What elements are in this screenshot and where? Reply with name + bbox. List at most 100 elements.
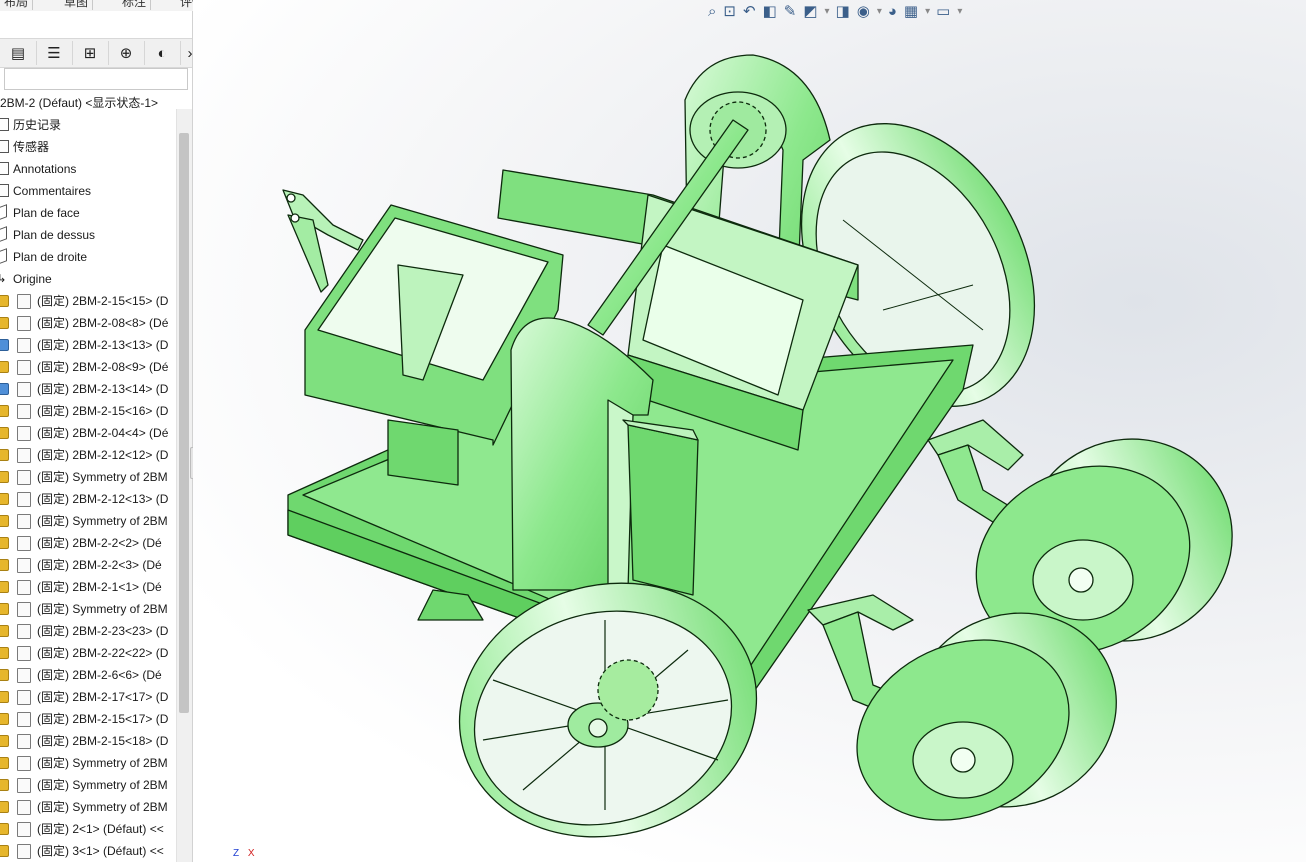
tree-item-label: Annotations [13,162,77,176]
tree-system-item[interactable]: ↳ Origine [0,268,176,290]
tree-component-item[interactable]: (固定) Symmetry of 2BM [0,796,176,818]
tree-component-item[interactable]: (固定) 2BM-2-13<14> (D [0,378,176,400]
tree-component-item[interactable]: (固定) 2BM-2-08<9> (Dé [0,356,176,378]
tree-system-item[interactable]: 传感器 [0,136,176,158]
tree-component-item[interactable]: (固定) 2BM-2-2<3> (Dé [0,554,176,576]
tree-component-label: (固定) Symmetry of 2BM [37,514,168,528]
tree-component-item[interactable]: (固定) 2BM-2-23<23> (D [0,620,176,642]
tree-item-label: Plan de dessus [13,228,96,242]
tree-component-label: (固定) Symmetry of 2BM [37,800,168,814]
tree-component-item[interactable]: (固定) 2BM-2-15<17> (D [0,708,176,730]
tree-system-item[interactable]: Annotations [0,158,176,180]
chevron-right-icon[interactable]: › [180,41,193,65]
tree-system-item[interactable]: Plan de droite [0,246,176,268]
origin-icon: ↳ [0,268,6,290]
part-icon [17,426,31,441]
component-status-icon [0,449,9,461]
tree-component-item[interactable]: (固定) 2BM-2-12<12> (D [0,444,176,466]
tree-component-item[interactable]: (固定) 2BM-2-22<22> (D [0,642,176,664]
display-manager-icon[interactable]: ◐ [144,41,181,65]
folder-icon [0,140,9,153]
part-icon [17,316,31,331]
part-icon [17,734,31,749]
tree-item-label: Plan de droite [13,250,88,264]
tree-component-item[interactable]: (固定) 2BM-2-1<1> (Dé [0,576,176,598]
dimxpert-icon[interactable]: ⊕ [108,41,145,65]
graphics-viewport[interactable]: ⌕ ⊡ ↶ ◧ ✎ ◩ ▾ ◨ ◉ ▾ ◕ ▦ ▾ ▭ ▾ Z X [193,0,1306,862]
component-status-icon [0,735,9,747]
component-status-icon [0,625,9,637]
component-status-icon [0,581,9,593]
part-icon [17,492,31,507]
component-status-icon [0,361,9,373]
tree-component-item[interactable]: (固定) 2BM-2-2<2> (Dé [0,532,176,554]
tree-component-label: (固定) 2BM-2-12<13> (D [37,492,169,506]
part-icon [17,712,31,727]
panel-tab-bar: ▤ ☰ ⊞ ⊕ ◐ › [0,38,192,68]
tree-item-label: 历史记录 [13,118,62,132]
tree-component-label: (固定) 2BM-2-2<2> (Dé [37,536,162,550]
property-manager-icon[interactable]: ☰ [36,41,73,65]
tree-scrollbar[interactable] [176,109,192,862]
folder-icon [0,184,9,197]
tree-system-item[interactable]: 历史记录 [0,114,176,136]
part-icon [17,448,31,463]
tree-component-item[interactable]: (固定) 2<1> (Défaut) << [0,818,176,840]
tree-component-item[interactable]: (固定) Symmetry of 2BM [0,598,176,620]
part-icon [17,536,31,551]
tree-component-item[interactable]: (固定) 2BM-2-17<17> (D [0,686,176,708]
part-icon [17,382,31,397]
plane-icon [0,226,7,243]
configuration-manager-icon[interactable]: ⊞ [72,41,109,65]
tree-component-label: (固定) 2BM-2-04<4> (Dé [37,426,169,440]
tree-component-item[interactable]: (固定) 2BM-2-6<6> (Dé [0,664,176,686]
tree-component-item[interactable]: (固定) 2BM-2-15<18> (D [0,730,176,752]
component-status-icon [0,757,9,769]
tree-component-item[interactable]: (固定) Symmetry of 2BM [0,466,176,488]
tree-component-label: (固定) 2BM-2-08<9> (Dé [37,360,169,374]
component-status-icon [0,493,9,505]
tree-root-label: 2BM-2 (Défaut) <显示状态-1> [0,96,159,110]
tree-component-label: (固定) 3<1> (Défaut) << [37,844,164,858]
tree-component-item[interactable]: (固定) 2BM-2-12<13> (D [0,488,176,510]
tree-component-item[interactable]: (固定) 2BM-2-13<13> (D [0,334,176,356]
plane-icon [0,248,7,265]
tree-system-item[interactable]: Plan de dessus [0,224,176,246]
tree-component-label: (固定) Symmetry of 2BM [37,756,168,770]
tree-system-item[interactable]: Plan de face [0,202,176,224]
component-status-icon [0,427,9,439]
tree-component-item[interactable]: (固定) 2BM-2-04<4> (Dé [0,422,176,444]
part-icon [17,514,31,529]
tree-item-label: Plan de face [13,206,80,220]
part-icon [17,338,31,353]
component-status-icon [0,537,9,549]
part-icon [17,690,31,705]
tree-filter-input[interactable] [4,68,188,90]
tree-item-label: Origine [13,272,52,286]
tree-component-item[interactable]: (固定) Symmetry of 2BM [0,774,176,796]
tree-component-label: (固定) 2BM-2-22<22> (D [37,646,169,660]
ribbon-tab-0[interactable]: 布局 [0,0,34,10]
scrollbar-thumb[interactable] [179,133,189,713]
folder-icon [0,118,9,131]
part-icon [17,360,31,375]
part-icon [17,470,31,485]
feature-manager-icon[interactable]: ▤ [0,41,37,65]
tree-system-item[interactable]: Commentaires [0,180,176,202]
tree-component-label: (固定) 2BM-2-13<14> (D [37,382,169,396]
tree-component-item[interactable]: (固定) 2BM-2-15<16> (D [0,400,176,422]
tree-component-item[interactable]: (固定) Symmetry of 2BM [0,752,176,774]
tree-component-item[interactable]: (固定) 3<1> (Défaut) << [0,840,176,862]
ribbon-tab-2[interactable]: 标注 [118,0,152,10]
tree-root-assembly[interactable]: 2BM-2 (Défaut) <显示状态-1> [0,92,176,114]
tree-component-label: (固定) 2BM-2-15<15> (D [37,294,169,308]
component-status-icon [0,295,9,307]
ribbon-tab-1[interactable]: 草图 [60,0,94,10]
seeder-assembly-model[interactable] [193,0,1306,862]
tree-component-item[interactable]: (固定) Symmetry of 2BM [0,510,176,532]
tree-component-item[interactable]: (固定) 2BM-2-08<8> (Dé [0,312,176,334]
component-status-icon [0,823,9,835]
tree-component-item[interactable]: (固定) 2BM-2-15<15> (D [0,290,176,312]
component-status-icon [0,405,9,417]
part-icon [17,668,31,683]
